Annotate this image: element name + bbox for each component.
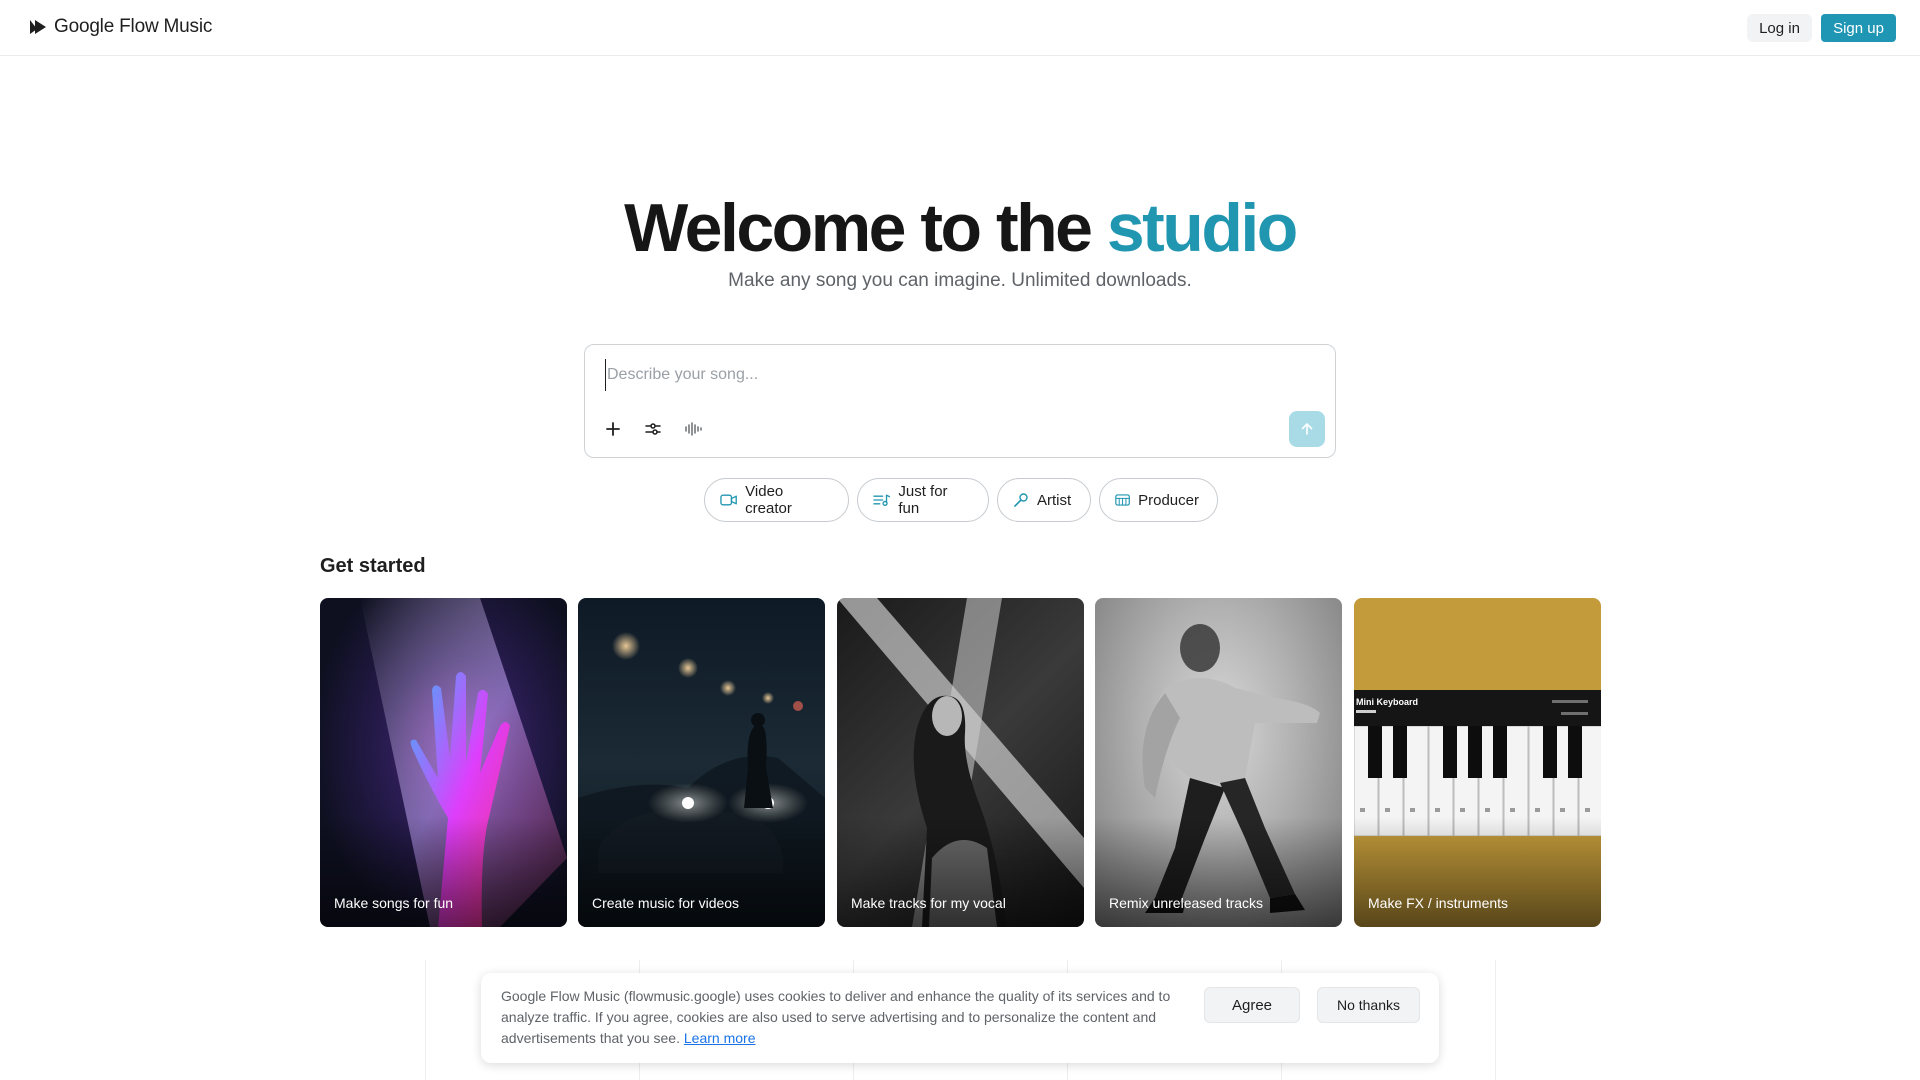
page-title-main: Welcome to the bbox=[624, 190, 1107, 266]
mini-keyboard-panel: Mini Keyboard bbox=[1354, 690, 1601, 836]
flow-music-logo-icon bbox=[28, 17, 48, 37]
chip-label: Artist bbox=[1037, 491, 1072, 509]
cookie-banner: Google Flow Music (flowmusic.google) use… bbox=[481, 973, 1439, 1063]
log-in-button[interactable]: Log in bbox=[1747, 14, 1812, 42]
plus-icon[interactable] bbox=[599, 415, 627, 443]
learn-more-link[interactable]: Learn more bbox=[684, 1030, 756, 1046]
card-make-songs-for-fun[interactable]: Make songs for fun bbox=[320, 598, 567, 927]
mini-keyboard-option bbox=[1561, 712, 1588, 715]
chip-video-creator[interactable]: Video creator bbox=[704, 478, 849, 522]
card-label: Make tracks for my vocal bbox=[851, 895, 1006, 911]
divider-line bbox=[425, 960, 426, 1080]
card-label: Create music for videos bbox=[592, 895, 740, 911]
brand-name: Google Flow Music bbox=[54, 16, 213, 37]
song-description-input[interactable] bbox=[605, 359, 1305, 391]
card-label: Make FX / instruments bbox=[1368, 895, 1509, 911]
sign-up-button[interactable]: Sign up bbox=[1821, 14, 1896, 42]
chip-producer[interactable]: Producer bbox=[1099, 478, 1218, 522]
card-make-tracks-for-my-vocal[interactable]: Make tracks for my vocal bbox=[837, 598, 1084, 927]
chip-label: Video creator bbox=[745, 483, 792, 517]
playlist-music-icon bbox=[873, 494, 891, 506]
card-label: Remix unreleased tracks bbox=[1109, 895, 1264, 911]
waveform-icon[interactable] bbox=[679, 415, 707, 443]
arrow-up-icon bbox=[1301, 423, 1313, 435]
chip-label: Just for fun bbox=[898, 483, 948, 517]
card-make-fx-instruments[interactable]: Mini Keyboard Make FX / instruments bbox=[1354, 598, 1601, 927]
page-subtitle: Make any song you can imagine. Unlimited… bbox=[728, 270, 1192, 291]
card-remix-unreleased-tracks[interactable]: Remix unreleased tracks bbox=[1095, 598, 1342, 927]
keyboard-icon bbox=[1115, 494, 1130, 506]
page-title: Welcome to the studio bbox=[0, 188, 1920, 268]
card-label: Make songs for fun bbox=[334, 895, 454, 911]
cookie-text: Google Flow Music (flowmusic.google) use… bbox=[501, 988, 1171, 1046]
video-camera-icon bbox=[720, 494, 737, 506]
song-prompt-box bbox=[584, 344, 1336, 458]
agree-button[interactable]: Agree bbox=[1204, 987, 1300, 1023]
mini-keyboard-option bbox=[1552, 700, 1588, 703]
brand-logo[interactable]: Google Flow Music bbox=[28, 16, 212, 38]
chip-label: Producer bbox=[1138, 491, 1199, 509]
no-thanks-button[interactable]: No thanks bbox=[1317, 987, 1420, 1023]
mini-keyboard-sublabel bbox=[1356, 710, 1376, 713]
top-bar: Google Flow Music Log in Sign up bbox=[0, 0, 1920, 56]
page-title-accent: studio bbox=[1106, 190, 1298, 266]
microphone-icon bbox=[1014, 493, 1028, 507]
cookie-message: Google Flow Music (flowmusic.google) use… bbox=[501, 986, 1201, 1049]
mini-keyboard-title: Mini Keyboard bbox=[1356, 697, 1419, 707]
chip-artist[interactable]: Artist bbox=[997, 478, 1091, 522]
section-title-get-started: Get started bbox=[320, 555, 426, 577]
chip-just-for-fun[interactable]: Just for fun bbox=[857, 478, 989, 522]
sliders-icon[interactable] bbox=[639, 415, 667, 443]
divider-line bbox=[1495, 960, 1496, 1080]
send-button[interactable] bbox=[1289, 411, 1325, 447]
card-create-music-for-videos[interactable]: Create music for videos bbox=[578, 598, 825, 927]
